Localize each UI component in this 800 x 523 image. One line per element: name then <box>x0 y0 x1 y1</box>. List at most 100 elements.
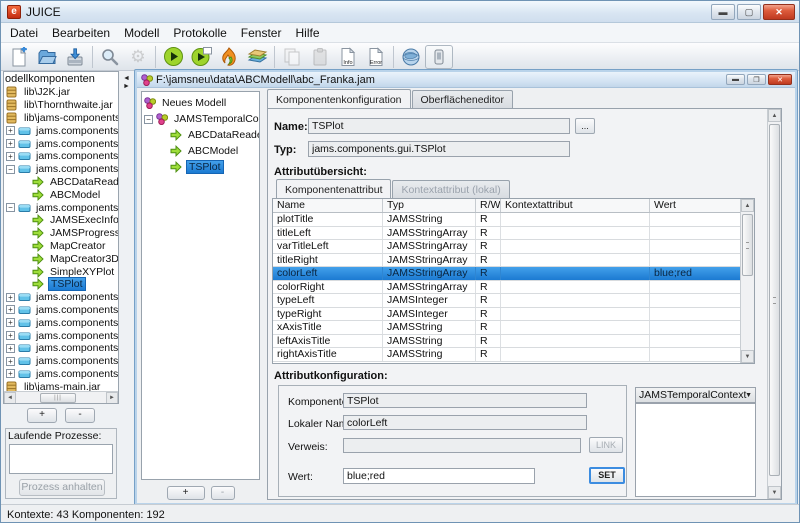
table-vscroll-thumb[interactable] <box>742 214 753 276</box>
main-splitter[interactable]: ◄ ► <box>120 71 133 504</box>
frame-restore-button[interactable]: ❐ <box>747 74 766 85</box>
component-type-field[interactable] <box>308 141 570 157</box>
add-library-button[interactable]: + <box>27 408 57 423</box>
column-header-r-w[interactable]: R/W <box>476 199 501 212</box>
component-tree-item-lib-jams-components-jar[interactable]: lib\jams-components.jar <box>4 112 118 125</box>
table-row-plottitle[interactable]: plotTitleJAMSStringR <box>273 213 754 227</box>
run-model-button[interactable] <box>159 45 187 69</box>
model-tree-item-abcdatareader[interactable]: ABCDataReader <box>142 127 259 143</box>
component-tree-item-jams-components-demo[interactable]: −jams.components.demo.. <box>4 163 118 176</box>
tab-kontextattribut-lokal[interactable]: Kontextattribut (lokal) <box>392 180 509 198</box>
stop-process-button[interactable]: Prozess anhalten <box>19 479 105 496</box>
frame-minimize-button[interactable]: ▬ <box>726 74 745 85</box>
paste-button[interactable] <box>306 45 334 69</box>
expand-handle-icon[interactable]: + <box>6 357 15 366</box>
tab-komponentenattribut[interactable]: Komponentenattribut <box>276 179 391 198</box>
frame-splitter[interactable] <box>261 91 266 480</box>
expand-handle-icon[interactable]: + <box>6 152 15 161</box>
table-row-typeright[interactable]: typeRightJAMSIntegerR <box>273 308 754 322</box>
tab-oberflaecheneditor[interactable]: Oberflächeneditor <box>412 90 513 108</box>
menu-hilfe[interactable]: Hilfe <box>288 24 326 42</box>
table-row-typeleft[interactable]: typeLeftJAMSIntegerR <box>273 294 754 308</box>
scroll-up-arrow[interactable]: ▲ <box>768 109 781 122</box>
component-tree-item-jams-components-optimiz[interactable]: +jams.components.optimiz <box>4 342 118 355</box>
model-tree-item-jamstemporalcontext[interactable]: −JAMSTemporalContext <box>142 111 259 127</box>
component-tree-item-jams-components-machin[interactable]: +jams.components.machin <box>4 316 118 329</box>
collapse-handle-icon[interactable]: − <box>6 165 15 174</box>
expand-handle-icon[interactable]: + <box>6 331 15 340</box>
component-tree-item-jams-components-debug[interactable]: +jams.components.debug <box>4 150 118 163</box>
tab-komponentenkonfiguration[interactable]: Komponentenkonfiguration <box>267 89 411 108</box>
component-tree-item-jams-components-tools[interactable]: +jams.components.tools <box>4 368 118 381</box>
config-vscroll-thumb[interactable] <box>769 124 780 476</box>
menu-datei[interactable]: Datei <box>3 24 45 42</box>
error-log-button[interactable]: Error <box>362 45 390 69</box>
browse-button[interactable]: ... <box>575 118 595 134</box>
component-tree-item-mapcreator[interactable]: MapCreator <box>4 240 118 253</box>
scroll-right-arrow[interactable]: ► <box>106 392 118 404</box>
expand-handle-icon[interactable]: + <box>6 344 15 353</box>
component-tree-item-mapcreator3d[interactable]: MapCreator3D <box>4 252 118 265</box>
component-tree-item-simplexyplot[interactable]: SimpleXYPlot <box>4 265 118 278</box>
frame-close-button[interactable]: ✕ <box>768 74 792 85</box>
table-row-rightaxistitle[interactable]: rightAxisTitleJAMSStringR <box>273 348 754 362</box>
scroll-left-arrow[interactable]: ◄ <box>4 392 16 404</box>
collapse-left-icon[interactable]: ◄ <box>120 75 133 83</box>
link-button[interactable]: LINK <box>589 437 623 453</box>
expand-handle-icon[interactable]: + <box>6 369 15 378</box>
run-model-gui-button[interactable] <box>187 45 215 69</box>
component-tree-item-jamsprogress[interactable]: JAMSProgress <box>4 227 118 240</box>
component-tree-item-jams-components-optimiz[interactable]: +jams.components.optimiz <box>4 329 118 342</box>
expand-handle-icon[interactable]: + <box>6 305 15 314</box>
minimize-button[interactable]: ▬ <box>711 4 735 20</box>
scroll-down-arrow[interactable]: ▼ <box>741 350 754 363</box>
expand-handle-icon[interactable]: + <box>6 318 15 327</box>
component-tree-item-tsplot[interactable]: TSPlot <box>4 278 118 291</box>
web-button[interactable] <box>397 45 425 69</box>
model-3d-button[interactable] <box>215 45 243 69</box>
menu-fenster[interactable]: Fenster <box>234 24 289 42</box>
component-tree-item-jams-components-aggreg[interactable]: +jams.components.aggreg <box>4 124 118 137</box>
wert-field[interactable] <box>343 468 535 484</box>
table-row-xaxistitle[interactable]: xAxisTitleJAMSStringR <box>273 321 754 335</box>
scroll-down-arrow[interactable]: ▼ <box>768 486 781 499</box>
model-tree-item-abcmodel[interactable]: ABCModel <box>142 143 259 159</box>
remove-component-button[interactable]: - <box>211 486 235 500</box>
component-tree-item-jams-components-regiona[interactable]: +jams.components.regiona <box>4 355 118 368</box>
menu-protokolle[interactable]: Protokolle <box>166 24 233 42</box>
add-component-button[interactable]: + <box>167 486 205 500</box>
table-row-leftaxistitle[interactable]: leftAxisTitleJAMSStringR <box>273 335 754 349</box>
component-tree-item-abcmodel[interactable]: ABCModel <box>4 188 118 201</box>
component-tree-item-jams-components-gui-spr[interactable]: +jams.components.gui.spr <box>4 291 118 304</box>
expand-handle-icon[interactable]: + <box>6 293 15 302</box>
map-button[interactable] <box>243 45 271 69</box>
component-tree-item-abcdatareader[interactable]: ABCDataReader <box>4 176 118 189</box>
scroll-up-arrow[interactable]: ▲ <box>741 199 754 212</box>
component-tree-item-lib-thornthwaite-jar[interactable]: lib\Thornthwaite.jar <box>4 99 118 112</box>
maximize-button[interactable]: ▢ <box>737 4 761 20</box>
component-tree-item-jamsexecinfo[interactable]: JAMSExecInfo <box>4 214 118 227</box>
menu-modell[interactable]: Modell <box>117 24 166 42</box>
info-log-button[interactable]: Info <box>334 45 362 69</box>
model-tree-item-tsplot[interactable]: TSPlot <box>142 159 259 175</box>
search-button[interactable] <box>96 45 124 69</box>
komponente-field[interactable] <box>343 393 587 408</box>
table-row-titleright[interactable]: titleRightJAMSStringArrayR <box>273 254 754 268</box>
context-attribute-list[interactable] <box>635 403 756 497</box>
menu-bearbeiten[interactable]: Bearbeiten <box>45 24 117 42</box>
component-tree-item-jams-components-conditi[interactable]: +jams.components.conditi <box>4 137 118 150</box>
table-row-titleleft[interactable]: titleLeftJAMSStringArrayR <box>273 227 754 241</box>
table-row-vartitleleft[interactable]: varTitleLeftJAMSStringArrayR <box>273 240 754 254</box>
running-processes-list[interactable] <box>9 444 113 474</box>
save-model-button[interactable] <box>61 45 89 69</box>
close-button[interactable]: ✕ <box>763 4 795 20</box>
column-header-wert[interactable]: Wert <box>650 199 740 212</box>
expand-handle-icon[interactable]: + <box>6 126 15 135</box>
device-button[interactable] <box>425 45 453 69</box>
column-header-name[interactable]: Name <box>273 199 383 212</box>
table-row-colorright[interactable]: colorRightJAMSStringArrayR <box>273 281 754 295</box>
new-model-button[interactable] <box>5 45 33 69</box>
column-header-kontextattribut[interactable]: Kontextattribut <box>501 199 650 212</box>
table-row-colorleft[interactable]: colorLeftJAMSStringArrayRblue;red <box>273 267 754 281</box>
collapse-handle-icon[interactable]: − <box>144 115 153 124</box>
